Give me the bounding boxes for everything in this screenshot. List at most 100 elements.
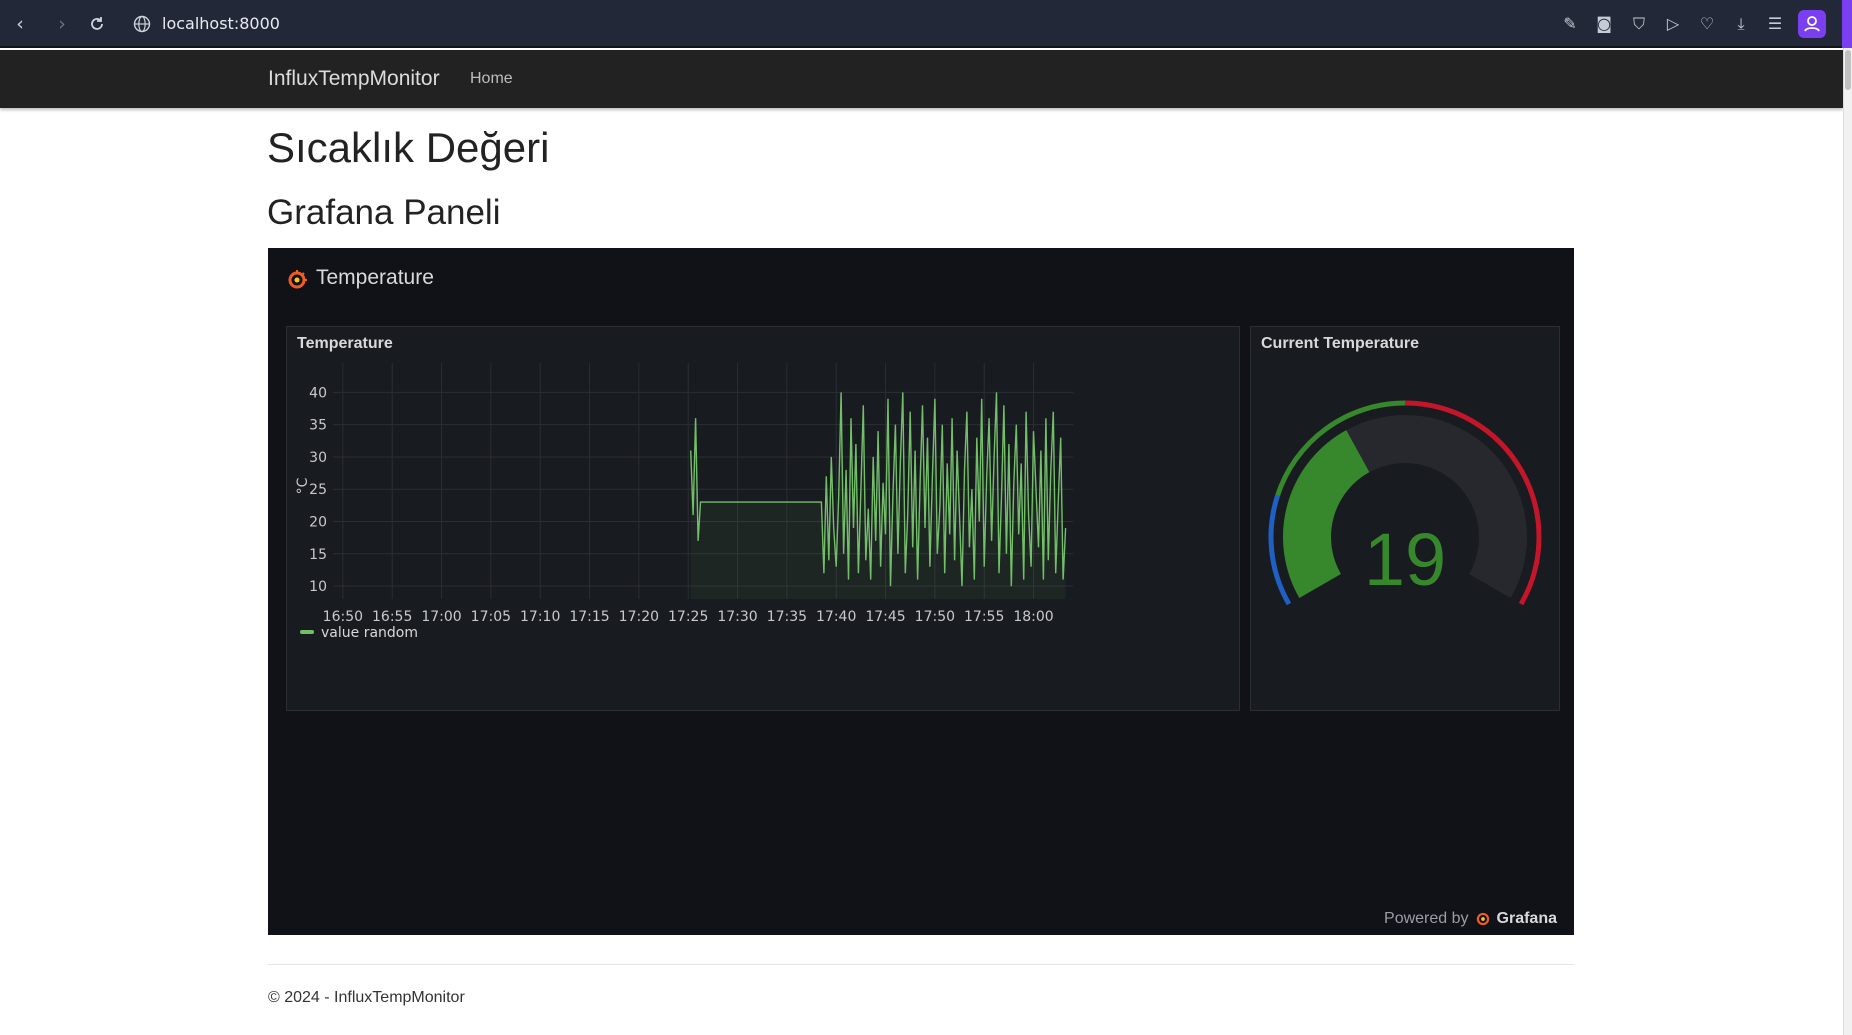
data-point [978,521,980,523]
y-axis-label: °C [295,477,311,494]
data-point [969,546,971,548]
x-tick-label: 17:05 [471,609,511,625]
temperature-chart: 10 15 20 25 30 35 40 16:50 16:55 17:00 17:05 17:10 1… [295,363,1073,641]
data-point [695,417,697,419]
data-point [1035,488,1037,490]
data-point [924,527,926,529]
data-point [998,572,1000,574]
data-point [1060,437,1062,439]
powered-by[interactable]: Powered by Grafana [1384,910,1557,928]
timeseries-panel: Temperature 10 15 20 25 30 35 40 16:50 16:55 17:0… [286,326,1240,711]
data-point [973,579,975,581]
data-point [830,456,832,458]
data-point [1030,566,1032,568]
nav-link-home[interactable]: Home [470,70,513,88]
data-point [927,437,929,439]
menu-icon[interactable]: ☰ [1765,14,1785,34]
camera-icon[interactable]: ◙ [1594,14,1614,34]
forward-button[interactable]: › [51,13,73,35]
data-point [959,514,961,516]
reload-button[interactable] [86,13,108,35]
data-point [855,443,857,445]
data-point [934,398,936,400]
y-tick-label: 20 [309,515,327,531]
data-point [909,411,911,413]
data-point [991,540,993,542]
reload-icon [91,17,103,30]
globe-icon [133,15,151,33]
x-tick-label: 18:00 [1013,609,1053,625]
data-point [951,417,953,419]
data-point [946,463,948,465]
profile-button[interactable] [1798,10,1826,38]
data-point [1003,404,1005,406]
gauge-value-arc [1283,430,1371,598]
data-point [922,404,924,406]
data-point [944,572,946,574]
data-point [1065,527,1067,529]
brand-link[interactable]: InfluxTempMonitor [268,67,440,91]
x-tick-label: 17:25 [668,609,708,625]
browser-toolbar: ‹ › localhost:8000 ✎ ◙ ⛉ ▷ ♡ ⤓ ☰ [0,0,1852,48]
data-point [1001,495,1003,497]
grafana-name: Grafana [1496,910,1557,927]
data-point [983,566,985,568]
edit-icon[interactable]: ✎ [1560,14,1580,34]
data-point [964,469,966,471]
legend-swatch [300,630,314,634]
data-point [835,566,837,568]
data-point [877,430,879,432]
data-point [1020,463,1022,465]
data-point [1018,534,1020,536]
x-tick-label: 17:15 [569,609,609,625]
data-point [850,417,852,419]
data-point [697,540,699,542]
data-point [838,495,840,497]
data-point [823,572,825,574]
legend-label: value random [321,625,418,641]
grafana-dashboard: Temperature Temperature 10 15 20 25 30 35 40 16… [268,248,1574,935]
data-point [976,437,978,439]
data-point [880,566,882,568]
data-point [907,514,909,516]
data-point [843,553,845,555]
footer-text: © 2024 - InfluxTempMonitor [268,989,465,1006]
data-point [860,488,862,490]
page-subtitle: Grafana Paneli [267,193,501,232]
data-point [1047,559,1049,561]
dashboard-title: Temperature [316,266,434,289]
data-point [895,424,897,426]
heart-icon[interactable]: ♡ [1697,14,1717,34]
data-point [1010,585,1012,587]
shield-icon[interactable]: ⛉ [1629,14,1649,34]
play-icon[interactable]: ▷ [1663,14,1683,34]
powered-by-label: Powered by [1384,910,1469,927]
x-tick-label: 17:00 [421,609,461,625]
address-bar[interactable]: localhost:8000 [162,14,280,33]
data-point [1050,469,1052,471]
y-tick-label: 15 [309,547,327,563]
data-point [1043,579,1045,581]
user-icon [1804,16,1820,32]
scrollbar-thumb[interactable] [1845,50,1851,90]
page-scrollbar[interactable] [1843,48,1852,1035]
data-point [862,404,864,406]
data-point [1023,579,1025,581]
data-point [919,482,921,484]
data-point [899,463,901,465]
data-point [914,450,916,452]
data-point [941,424,943,426]
footer-divider [268,964,1574,965]
x-tick-label: 17:55 [964,609,1004,625]
data-point [828,559,830,561]
data-point [872,456,874,458]
data-point [996,391,998,393]
back-button[interactable]: ‹ [9,13,31,35]
page-title: Sıcaklık Değeri [267,124,550,171]
data-point [890,585,892,587]
data-point [1028,514,1030,516]
x-tick-label: 17:20 [619,609,659,625]
download-icon[interactable]: ⤓ [1731,14,1751,34]
data-point [867,508,869,510]
gauge-panel: Current Temperature 19 [1250,326,1560,711]
